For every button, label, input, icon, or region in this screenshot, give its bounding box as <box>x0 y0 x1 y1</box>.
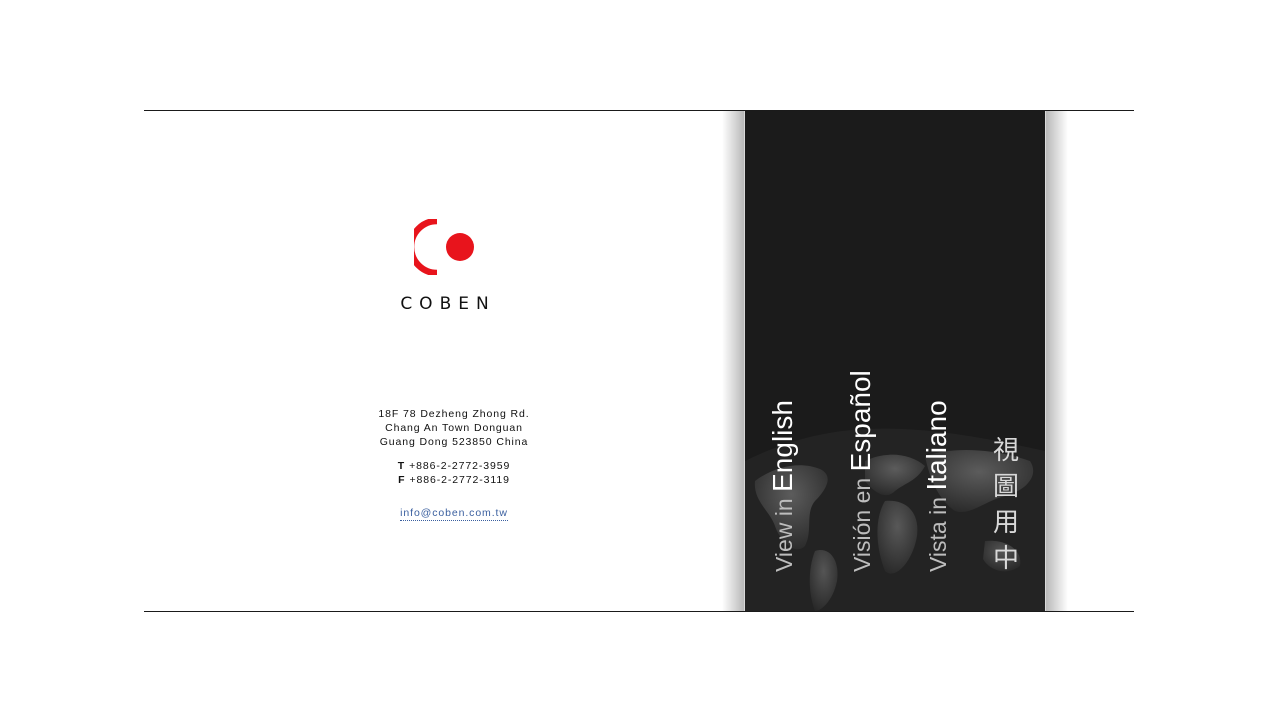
fax-number: +886-2-2772-3119 <box>409 474 510 486</box>
panel-shadow-right <box>1046 111 1068 611</box>
email-link[interactable]: info@coben.com.tw <box>400 507 508 521</box>
view-in-english-link[interactable]: View in English <box>767 400 799 572</box>
telephone-label: T <box>397 460 406 472</box>
coben-logo-icon <box>414 219 474 275</box>
chinese-char: 用 <box>992 508 1019 538</box>
fax-line: F +886-2-2772-3119 <box>344 473 564 487</box>
view-in-italian-link[interactable]: Vista in Italiano <box>921 400 953 572</box>
fax-label: F <box>398 474 406 486</box>
phone-block: T +886-2-2772-3959 F +886-2-2772-3119 <box>344 459 564 487</box>
telephone-line: T +886-2-2772-3959 <box>344 459 564 473</box>
address-line: 18F 78 Dezheng Zhong Rd. <box>378 408 530 420</box>
address-line: Chang An Town Donguan <box>385 422 523 434</box>
address-line: Guang Dong 523850 China <box>379 436 529 448</box>
spanish-prefix: Visión en <box>849 471 875 572</box>
english-label: English <box>767 400 798 492</box>
brand-wordmark: COBEN <box>400 294 496 314</box>
address-block: 18F 78 Dezheng Zhong Rd. Chang An Town D… <box>344 407 564 449</box>
italian-label: Italiano <box>921 400 952 491</box>
language-panel: View in English Visión en Español Vista … <box>744 111 1046 611</box>
english-prefix: View in <box>771 491 797 572</box>
chinese-char: 視 <box>992 436 1019 466</box>
contact-panel: COBEN 18F 78 Dezheng Zhong Rd. Chang An … <box>144 111 742 611</box>
chinese-char: 圖 <box>992 472 1019 502</box>
email-wrapper: info@coben.com.tw <box>344 503 564 521</box>
brand-logo[interactable]: COBEN <box>390 219 520 319</box>
telephone-number: +886-2-2772-3959 <box>409 460 511 472</box>
view-in-chinese-link[interactable]: 視 圖 用 中 <box>991 433 1021 577</box>
chinese-char: 中 <box>992 544 1019 574</box>
spanish-label: Español <box>845 370 876 472</box>
view-in-spanish-link[interactable]: Visión en Español <box>845 370 877 572</box>
bottom-divider <box>144 611 1134 612</box>
italian-prefix: Vista in <box>925 490 951 572</box>
panel-shadow-left <box>722 111 744 611</box>
